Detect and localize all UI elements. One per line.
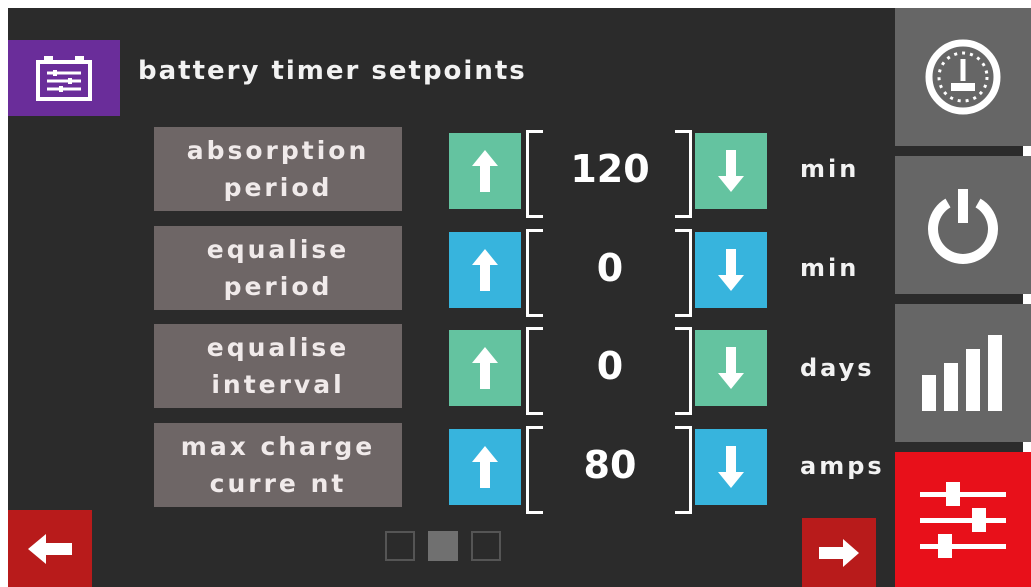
row-label-equalise-interval: equalise interval [154,324,402,408]
arrow-down-icon [718,150,744,192]
value-bracket-right [675,130,692,218]
value-bracket-right [675,229,692,317]
arrow-up-icon [472,150,498,192]
arrow-up-icon [472,249,498,291]
row-label-line1: max charge [180,432,376,461]
row-label-max-charge-current: max charge curre nt [154,423,402,507]
equalise-period-increase-button[interactable] [449,232,521,308]
row-label-line2: period [223,272,333,301]
absorption-period-unit: min [800,155,860,183]
row-label-line1: equalise [206,235,350,264]
arrow-down-icon [718,249,744,291]
page-indicator-2 [428,531,458,561]
page-title: battery timer setpoints [138,56,527,86]
row-label-line2: interval [211,370,345,399]
row-label-line2: curre nt [209,469,347,498]
equalise-period-decrease-button[interactable] [695,232,767,308]
max-charge-current-unit: amps [800,452,885,480]
gauge-icon [925,39,1001,115]
value-bracket-right [675,327,692,415]
page-indicator-1 [385,531,415,561]
max-charge-current-decrease-button[interactable] [695,429,767,505]
nav-power-button[interactable] [895,156,1031,294]
absorption-period-value: 120 [570,147,650,191]
equalise-period-value: 0 [596,246,624,290]
nav-chart-button[interactable] [895,304,1031,442]
equalise-interval-decrease-button[interactable] [695,330,767,406]
row-label-line1: absorption [186,136,370,165]
max-charge-current-value: 80 [583,443,637,487]
row-label-equalise-period: equalise period [154,226,402,310]
max-charge-current-increase-button[interactable] [449,429,521,505]
arrow-right-icon [819,538,859,567]
page-indicator-3 [471,531,501,561]
arrow-down-icon [718,446,744,488]
equalise-interval-unit: days [800,354,875,382]
row-label-line1: equalise [206,333,350,362]
bar-chart-icon [922,335,1002,411]
arrow-left-icon [28,533,72,564]
arrow-up-icon [472,446,498,488]
value-bracket-right [675,426,692,514]
arrow-up-icon [472,347,498,389]
next-button[interactable] [802,518,876,587]
arrow-down-icon [718,347,744,389]
equalise-interval-value: 0 [596,344,624,388]
absorption-period-decrease-button[interactable] [695,133,767,209]
sliders-icon [920,481,1006,558]
back-button[interactable] [8,510,92,587]
power-icon [928,189,998,264]
battery-settings-icon-glyph [36,56,92,101]
nav-gauge-button[interactable] [895,8,1031,146]
absorption-period-increase-button[interactable] [449,133,521,209]
equalise-period-unit: min [800,254,860,282]
nav-settings-button[interactable] [895,452,1031,587]
equalise-interval-increase-button[interactable] [449,330,521,406]
row-label-absorption-period: absorption period [154,127,402,211]
row-label-line2: period [223,173,333,202]
battery-settings-icon [8,40,120,116]
